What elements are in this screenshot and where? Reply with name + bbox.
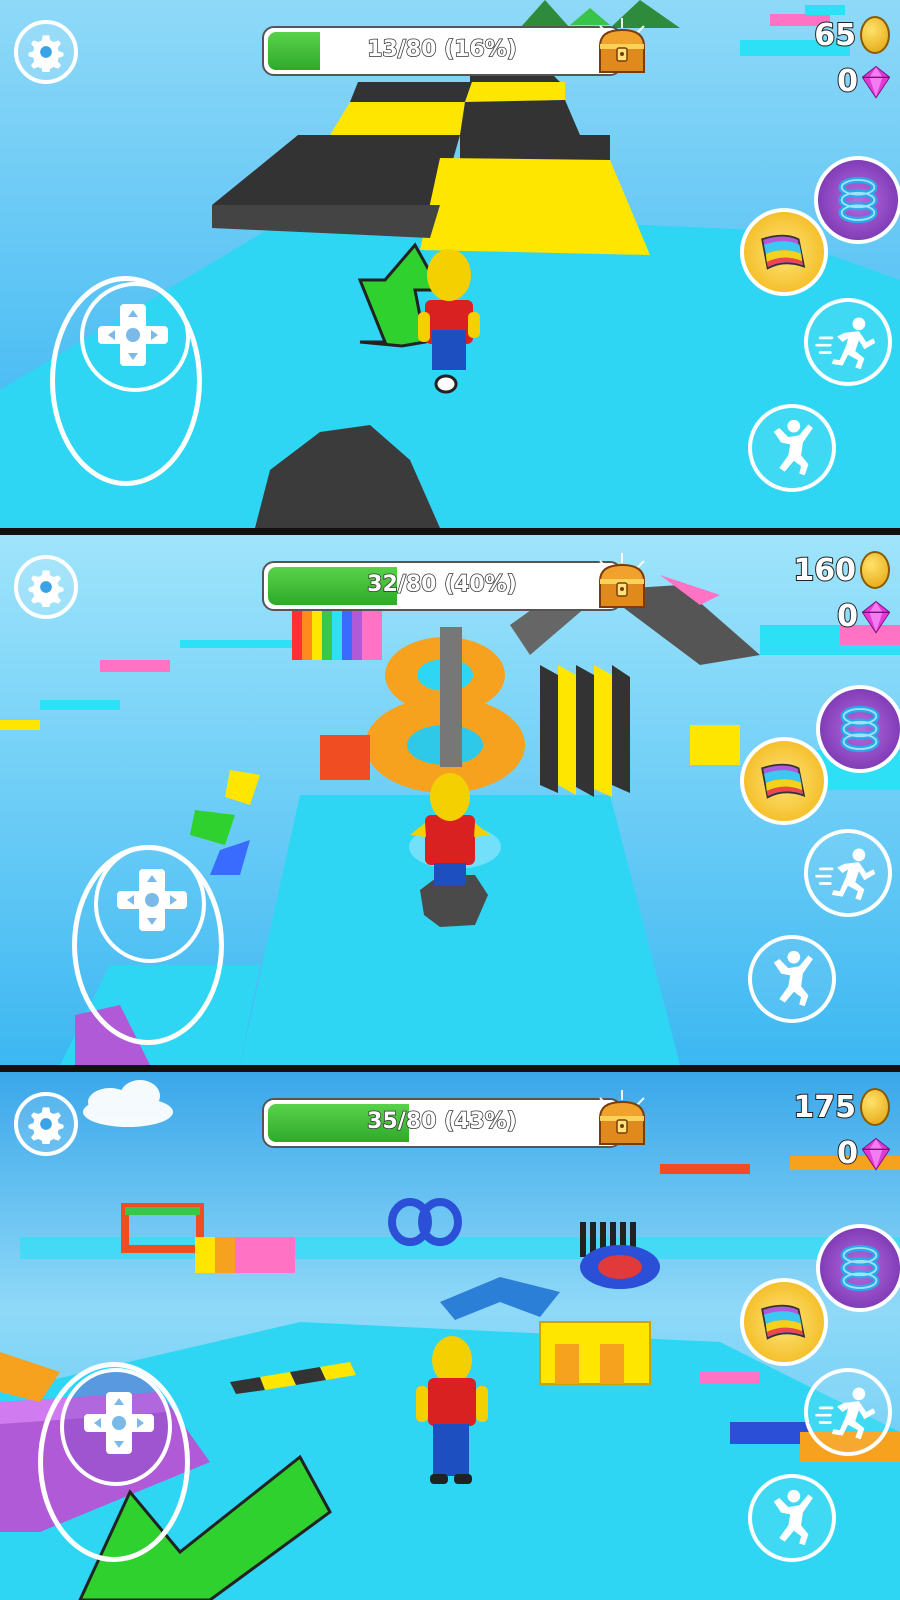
gem-counter: 0 bbox=[836, 63, 890, 100]
coin-counter: 160 bbox=[792, 551, 890, 589]
gem-count: 0 bbox=[836, 598, 859, 635]
coin-count: 65 bbox=[813, 17, 857, 54]
spring-icon bbox=[820, 1228, 900, 1308]
level-progress-bar: 35/80 (43%) bbox=[262, 1098, 622, 1148]
sprint-button[interactable] bbox=[804, 829, 892, 917]
spring-icon bbox=[818, 160, 898, 240]
treasure-chest-icon[interactable] bbox=[590, 18, 654, 82]
coin-counter: 175 bbox=[792, 1088, 890, 1126]
jump-button[interactable] bbox=[748, 404, 836, 492]
spring-power-button[interactable] bbox=[814, 156, 900, 244]
gem-count: 0 bbox=[836, 1135, 859, 1172]
magic-carpet-icon bbox=[744, 1282, 824, 1362]
progress-text: 32/80 (40%) bbox=[366, 571, 517, 598]
spring-power-button[interactable] bbox=[816, 685, 900, 773]
game-panel-3: 35/80 (43%) 175 0 bbox=[0, 1072, 900, 1600]
magic-carpet-icon bbox=[744, 212, 824, 292]
gem-icon bbox=[862, 1137, 890, 1171]
carpet-power-button[interactable] bbox=[740, 737, 828, 825]
gear-icon bbox=[26, 1104, 66, 1144]
jump-button[interactable] bbox=[748, 1474, 836, 1562]
magic-carpet-icon bbox=[744, 741, 824, 821]
carpet-power-button[interactable] bbox=[740, 1278, 828, 1366]
carpet-power-button[interactable] bbox=[740, 208, 828, 296]
settings-button[interactable] bbox=[14, 555, 78, 619]
jumping-man-icon bbox=[752, 408, 832, 488]
treasure-chest-icon[interactable] bbox=[590, 1090, 654, 1154]
coin-icon bbox=[860, 16, 890, 54]
gem-icon bbox=[862, 600, 890, 634]
gear-icon bbox=[26, 32, 66, 72]
dpad-joystick-icon bbox=[117, 865, 187, 935]
dpad-joystick-icon bbox=[84, 1388, 154, 1458]
jumping-man-icon bbox=[752, 939, 832, 1019]
settings-button[interactable] bbox=[14, 1092, 78, 1156]
coin-count: 160 bbox=[792, 552, 857, 589]
gear-icon bbox=[26, 567, 66, 607]
sprint-button[interactable] bbox=[804, 1368, 892, 1456]
spring-icon bbox=[820, 689, 900, 769]
game-panel-2: 32/80 (40%) 160 0 bbox=[0, 535, 900, 1065]
spring-power-button[interactable] bbox=[816, 1224, 900, 1312]
running-man-icon bbox=[808, 833, 888, 913]
coin-icon bbox=[860, 1088, 890, 1126]
dpad-joystick-icon bbox=[98, 300, 168, 370]
running-man-icon bbox=[808, 302, 888, 382]
jump-button[interactable] bbox=[748, 935, 836, 1023]
sprint-button[interactable] bbox=[804, 298, 892, 386]
gem-icon bbox=[862, 65, 890, 99]
gem-count: 0 bbox=[836, 63, 859, 100]
gem-counter: 0 bbox=[836, 598, 890, 635]
game-panel-1: 13/80 (16%) 65 0 bbox=[0, 0, 900, 528]
level-progress-bar: 32/80 (40%) bbox=[262, 561, 622, 611]
running-man-icon bbox=[808, 1372, 888, 1452]
progress-text: 35/80 (43%) bbox=[366, 1108, 517, 1135]
jumping-man-icon bbox=[752, 1478, 832, 1558]
level-progress-bar: 13/80 (16%) bbox=[262, 26, 622, 76]
coin-icon bbox=[860, 551, 890, 589]
treasure-chest-icon[interactable] bbox=[590, 553, 654, 617]
settings-button[interactable] bbox=[14, 20, 78, 84]
coin-count: 175 bbox=[792, 1089, 857, 1126]
progress-text: 13/80 (16%) bbox=[366, 36, 517, 63]
gem-counter: 0 bbox=[836, 1135, 890, 1172]
coin-counter: 65 bbox=[813, 16, 890, 54]
